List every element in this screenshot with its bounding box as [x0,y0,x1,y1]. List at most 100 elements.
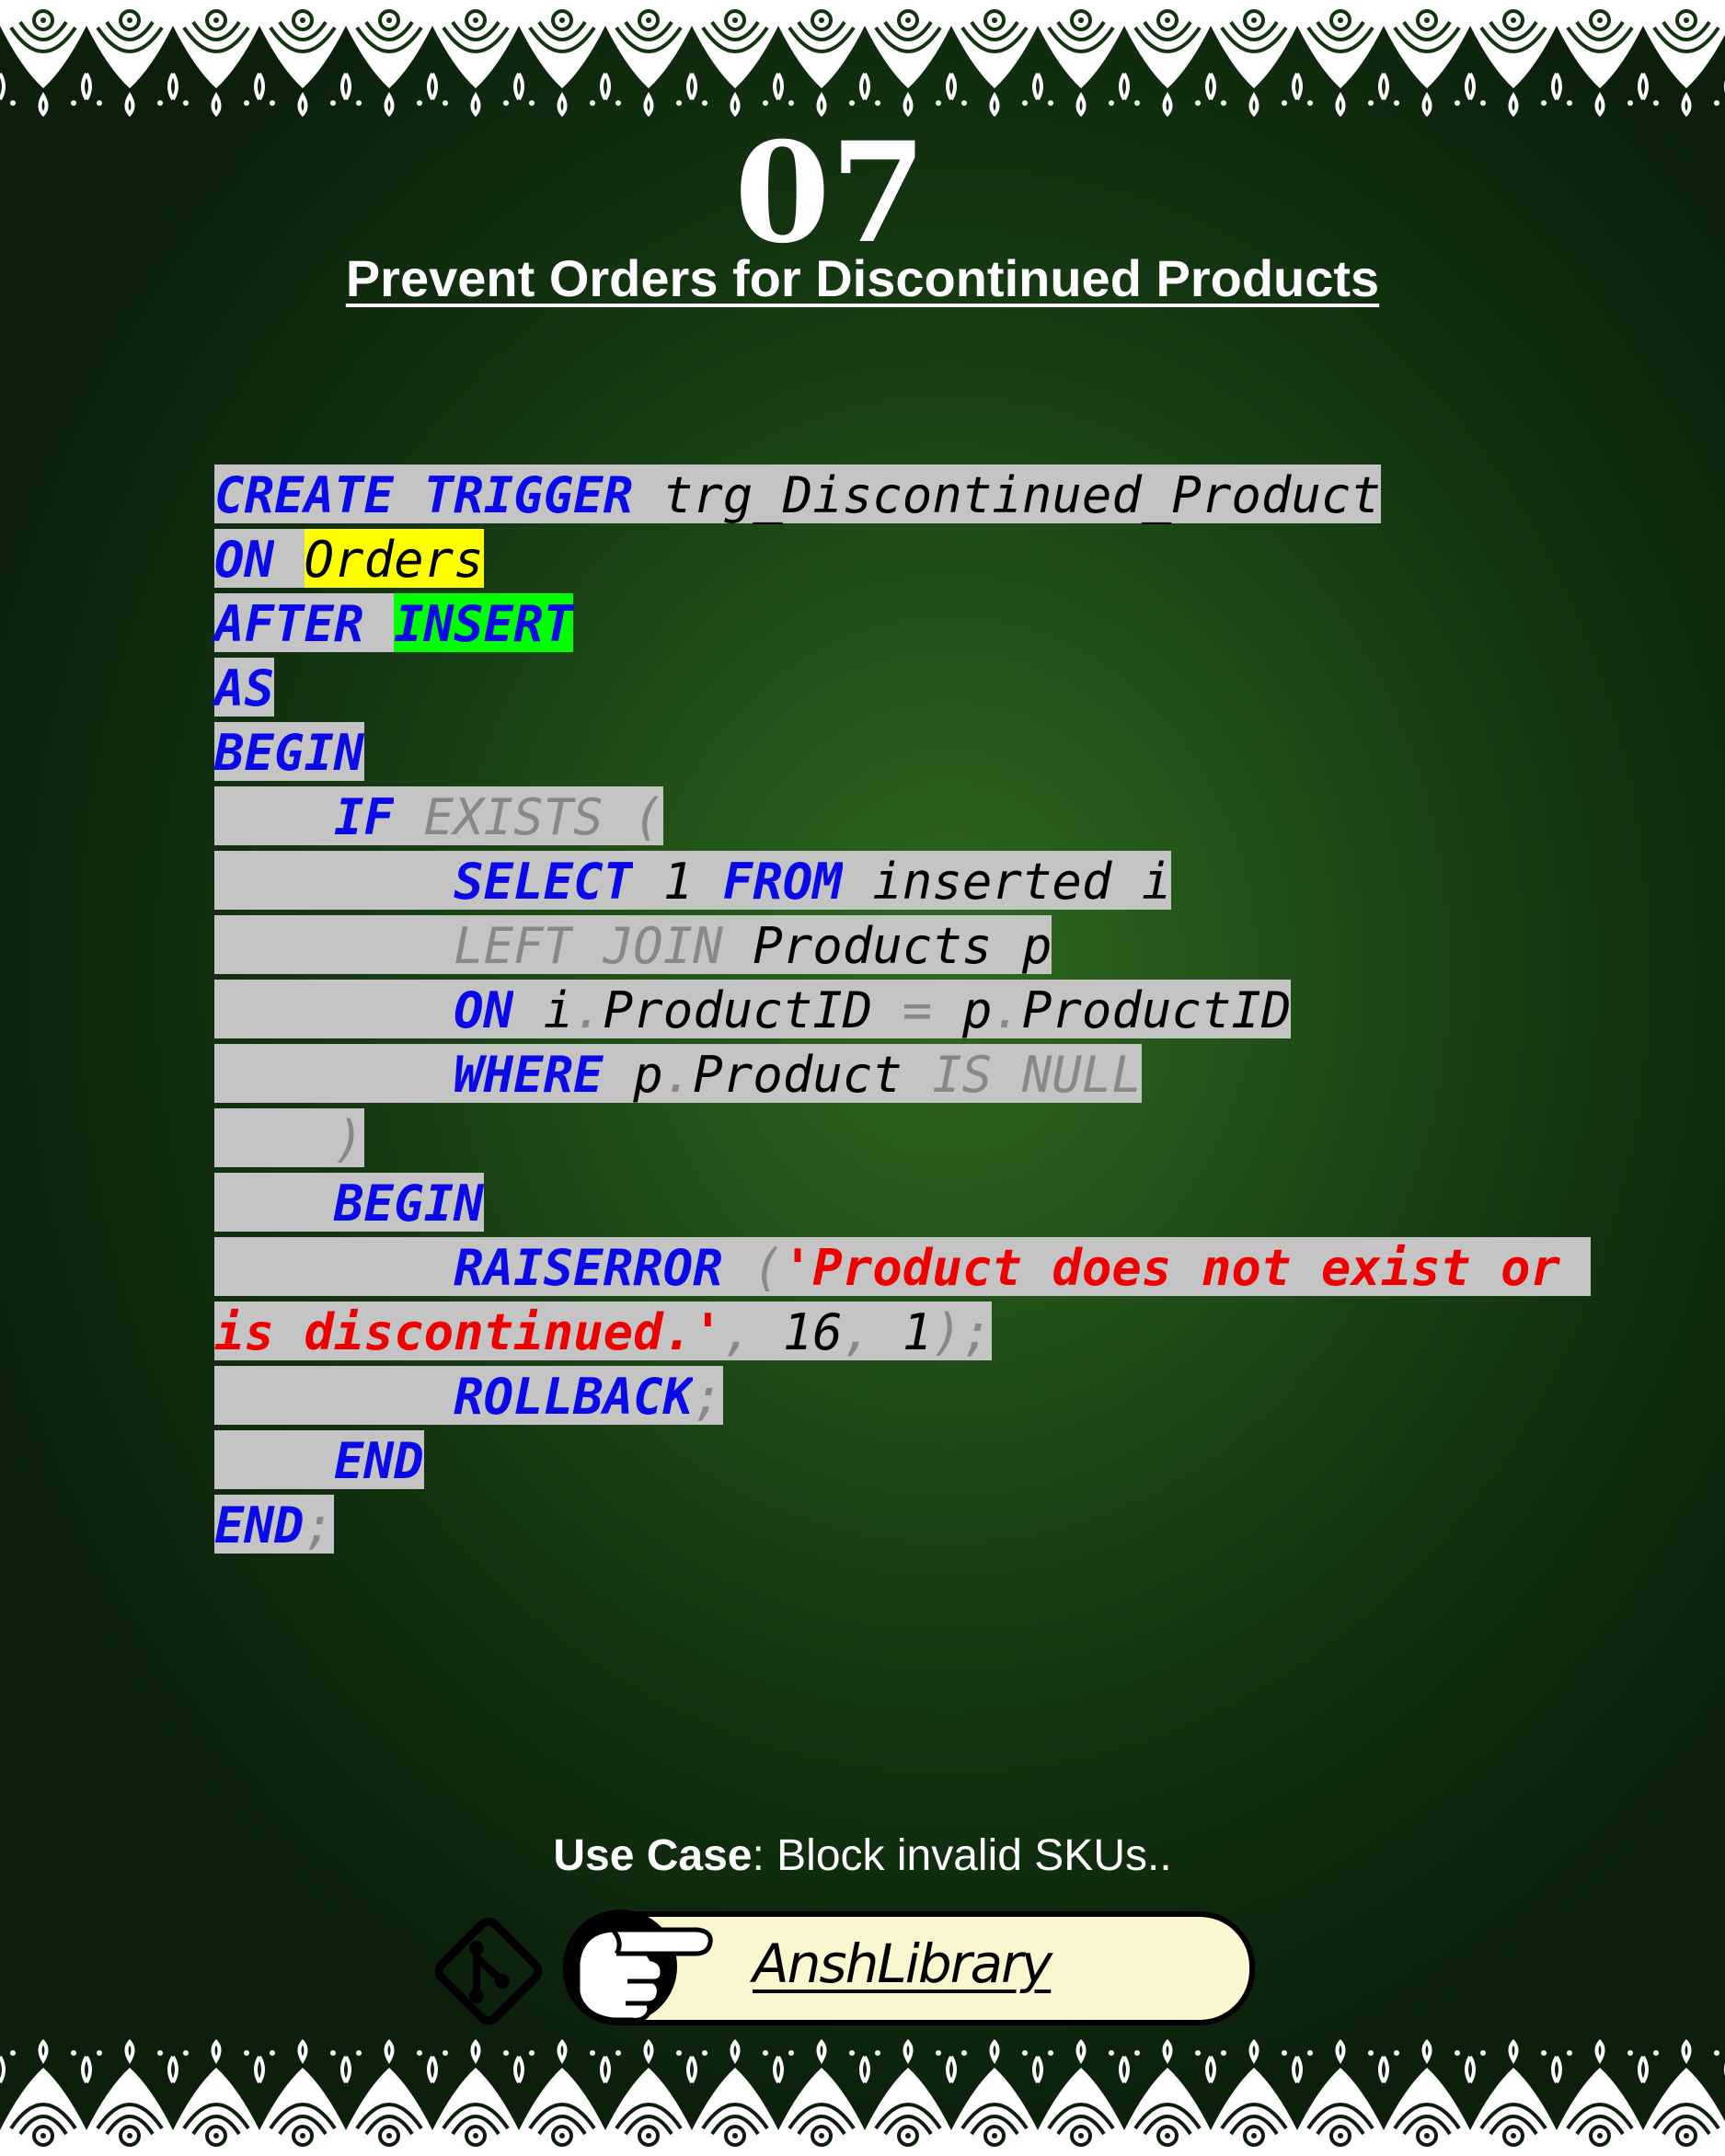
code-line: AFTER INSERT [214,593,1591,658]
code-space [214,915,454,974]
code-token: 1 [662,851,694,911]
code-line: is discontinued.', 16, 1); [214,1302,1591,1366]
code-token: i [543,980,574,1039]
code-token: is discontinued.' [214,1302,723,1361]
code-token: ProductID [1021,980,1292,1039]
code-token: , [722,1302,753,1361]
code-token: p [633,1044,663,1104]
code-token: WHERE [454,1044,604,1104]
code-token: ) [334,1108,364,1168]
slide-title: Prevent Orders for Discontinued Products [345,249,1380,307]
code-line: ON Orders [214,529,1591,593]
decorative-border-top [0,0,1725,120]
code-token: EXISTS [423,786,604,846]
code-token: trg_Discontinued_Product [662,464,1381,524]
code-space [214,1044,454,1103]
code-space [214,1237,454,1296]
code-block: CREATE TRIGGER trg_Discontinued_Product O… [214,464,1591,1559]
code-line: LEFT JOIN Products p [214,915,1591,980]
code-space [214,1108,335,1167]
code-token: inserted i [872,851,1172,911]
code-space [842,851,873,910]
code-token: p [961,980,993,1039]
code-token: ProductID [603,980,873,1039]
code-space [394,464,424,523]
code-space [633,851,663,910]
code-space [394,786,424,845]
code-space [363,593,395,652]
code-space [214,980,454,1038]
code-token: JOIN [603,915,723,975]
code-token: CREATE [214,464,395,524]
code-token: INSERT [394,593,574,653]
code-space [722,915,753,974]
code-line: RAISERROR ('Product does not exist or [214,1237,1591,1302]
code-space [274,529,305,588]
code-token: Products p [753,915,1052,975]
code-space [633,464,663,523]
use-case: Use Case: Block invalid SKUs.. [0,1830,1725,1881]
code-token: BEGIN [334,1173,484,1233]
code-token: RAISERROR [454,1237,723,1297]
code-space [872,1302,903,1360]
code-token: 16 [782,1302,843,1361]
code-space [753,1302,783,1360]
code-token: . [573,980,604,1039]
code-token: ); [932,1302,993,1361]
code-space [214,851,454,910]
code-token: AS [214,658,275,717]
code-token: FROM [722,851,843,911]
code-token: Orders [304,529,484,589]
code-token: ROLLBACK [454,1366,694,1426]
code-space [603,1044,634,1103]
code-token: END [334,1430,424,1490]
code-space [214,1173,335,1232]
code-line: AS [214,658,1591,722]
code-token: ; [304,1495,335,1554]
code-line: ON i.ProductID = p.ProductID [214,980,1591,1044]
code-space [872,980,903,1038]
code-line: END; [214,1495,1591,1559]
code-token: . [662,1044,694,1104]
code-token: LEFT [454,915,574,975]
code-token: ( [753,1237,783,1297]
code-line: SELECT 1 FROM inserted i [214,851,1591,915]
code-token: ON [454,980,514,1039]
code-token: 'Product does not exist or [782,1237,1591,1297]
decorative-border-bottom [0,2036,1725,2156]
code-token: NULL [1021,1044,1142,1104]
code-token: , [842,1302,873,1361]
code-token: IS [932,1044,993,1104]
code-space [214,1430,335,1489]
code-line: IF EXISTS ( [214,786,1591,851]
code-space [902,1044,933,1103]
code-token: 1 [902,1302,933,1361]
code-line: WHERE p.Product IS NULL [214,1044,1591,1108]
code-space [932,980,962,1038]
code-token: ON [214,529,275,589]
code-token: BEGIN [214,722,364,782]
use-case-label: Use Case [553,1831,753,1880]
code-space [513,980,544,1038]
code-line: CREATE TRIGGER trg_Discontinued_Product [214,464,1591,529]
code-token: ( [633,786,663,846]
code-token: IF [334,786,395,846]
brand-name[interactable]: AnshLibrary [753,1922,1052,2005]
git-icon[interactable] [431,1913,546,2029]
code-line: ) [214,1108,1591,1173]
code-line: BEGIN [214,722,1591,786]
code-token: Product [693,1044,903,1104]
code-space [992,1044,1022,1103]
code-space [214,786,335,845]
code-token: = [902,980,933,1039]
pointing-hand-icon [563,1909,713,2024]
code-space [693,851,723,910]
code-line: ROLLBACK; [214,1366,1591,1430]
code-token: AFTER [214,593,364,653]
code-space [214,1366,454,1425]
code-space [603,786,634,845]
slide-number: 07 [734,112,926,274]
use-case-text: : Block invalid SKUs.. [752,1831,1172,1880]
code-space [573,915,604,974]
code-token: END [214,1495,305,1554]
